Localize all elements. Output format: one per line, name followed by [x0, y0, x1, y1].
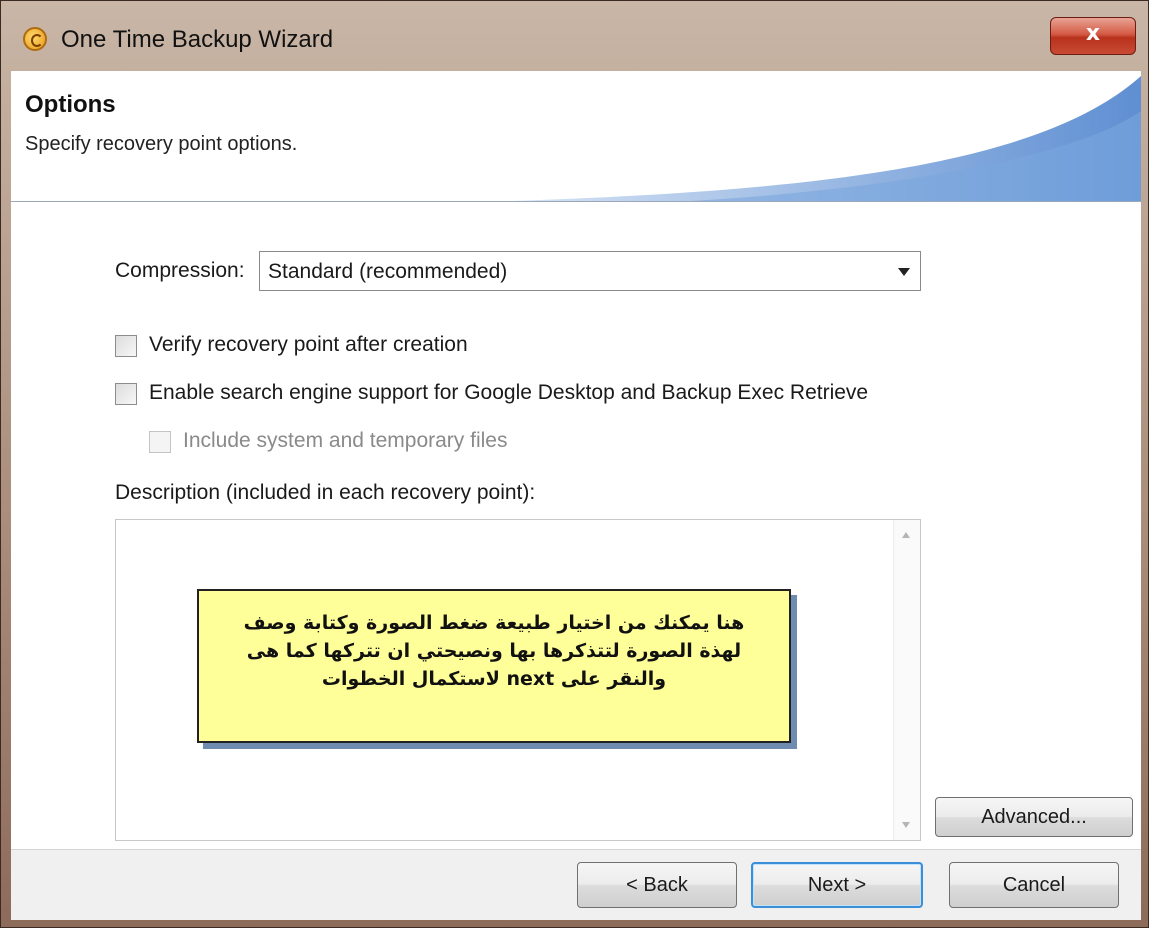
- compression-label: Compression:: [115, 259, 245, 282]
- callout-line-2: لهذة الصورة لتتذكرها بها ونصيحتي ان تترك…: [246, 640, 742, 662]
- window-title: One Time Backup Wizard: [61, 26, 334, 53]
- advanced-button[interactable]: Advanced...: [935, 797, 1133, 837]
- search-engine-label[interactable]: Enable search engine support for Google …: [149, 381, 868, 405]
- next-button[interactable]: Next >: [751, 862, 923, 908]
- scroll-up-icon[interactable]: [902, 532, 910, 538]
- compression-select[interactable]: Standard (recommended): [259, 251, 921, 291]
- app-icon: [23, 27, 47, 51]
- verify-label[interactable]: Verify recovery point after creation: [149, 333, 468, 357]
- scroll-down-icon[interactable]: [902, 822, 910, 828]
- wizard-footer: < Back Next > Cancel: [11, 849, 1141, 920]
- title-bar[interactable]: One Time Backup Wizard x: [1, 1, 1148, 71]
- description-scrollbar[interactable]: [893, 520, 920, 840]
- wizard-content: Options Specify recovery point options. …: [11, 71, 1141, 920]
- page-title: Options: [25, 91, 116, 118]
- close-button[interactable]: x: [1050, 17, 1136, 55]
- annotation-callout: هنا يمكنك من اختيار طبيعة ضغط الصورة وكت…: [197, 589, 791, 743]
- search-engine-checkbox[interactable]: [115, 383, 137, 405]
- wizard-header: Options Specify recovery point options.: [11, 71, 1141, 202]
- cancel-button-label: Cancel: [1002, 874, 1066, 896]
- back-button-label: < Back: [626, 874, 688, 896]
- include-system-files-checkbox[interactable]: [149, 431, 171, 453]
- chevron-down-icon[interactable]: [898, 268, 910, 276]
- compression-value: Standard (recommended): [268, 260, 508, 283]
- page-subtitle: Specify recovery point options.: [25, 133, 298, 155]
- next-button-label: Next >: [807, 874, 867, 896]
- advanced-button-label: Advanced...: [981, 806, 1087, 828]
- close-icon: x: [1085, 21, 1101, 46]
- callout-line-1: هنا يمكنك من اختيار طبيعة ضغط الصورة وكت…: [243, 612, 745, 634]
- verify-checkbox[interactable]: [115, 335, 137, 357]
- callout-line-3: والنقر على next لاستكمال الخطوات: [321, 668, 667, 690]
- include-system-files-label: Include system and temporary files: [183, 429, 508, 452]
- cancel-button[interactable]: Cancel: [949, 862, 1119, 908]
- description-label: Description (included in each recovery p…: [115, 481, 536, 504]
- wizard-window: One Time Backup Wizard x Options Specify…: [0, 0, 1149, 928]
- back-button[interactable]: < Back: [577, 862, 737, 908]
